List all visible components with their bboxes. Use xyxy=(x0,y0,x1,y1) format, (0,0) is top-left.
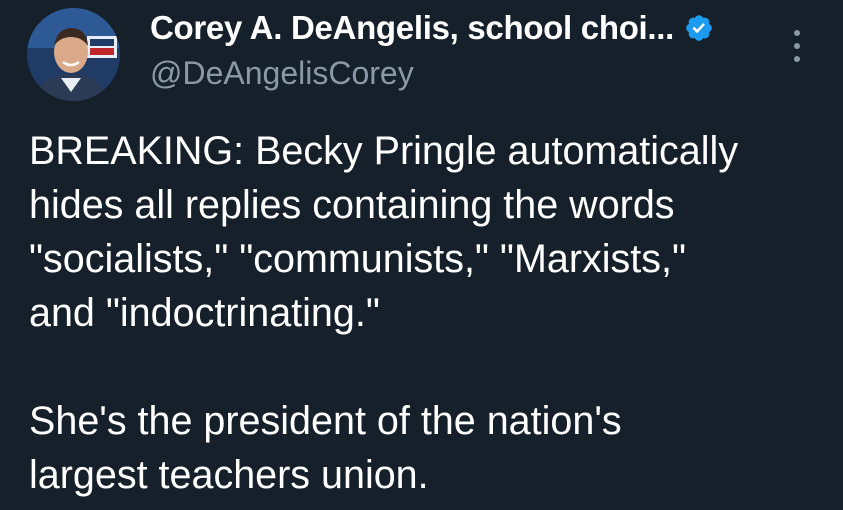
tweet-text: BREAKING: Becky Pringle automatically hi… xyxy=(29,124,829,502)
tweet-card: Corey A. DeAngelis, school choi... @DeAn… xyxy=(0,0,843,510)
more-dot xyxy=(794,56,800,62)
display-name[interactable]: Corey A. DeAngelis, school choi... xyxy=(150,9,674,47)
author-handle[interactable]: @DeAngelisCorey xyxy=(150,55,414,92)
verified-badge-icon[interactable] xyxy=(684,13,714,43)
more-dot xyxy=(794,43,800,49)
avatar-photo-icon xyxy=(27,8,120,101)
more-options-icon[interactable] xyxy=(784,26,810,66)
avatar[interactable] xyxy=(27,8,120,101)
tweet-paragraph: BREAKING: Becky Pringle automatically hi… xyxy=(29,129,739,335)
more-dot xyxy=(794,30,800,36)
tweet-paragraph: She's the president of the nation's larg… xyxy=(29,399,622,497)
author-name-row: Corey A. DeAngelis, school choi... xyxy=(150,9,714,47)
